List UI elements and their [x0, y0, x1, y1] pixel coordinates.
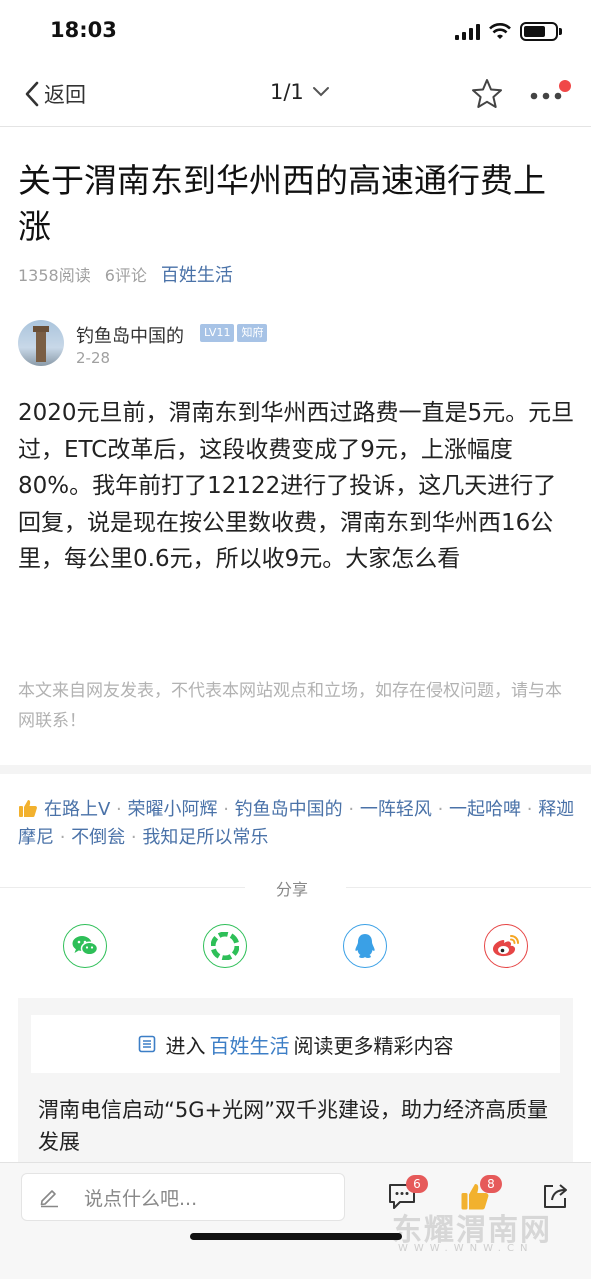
liker-name[interactable]: 不倒瓮: [71, 827, 125, 848]
comments-button[interactable]: 6: [386, 1175, 428, 1217]
liker-separator: ·: [110, 799, 128, 820]
related-section: 进入 百姓生活 阅读更多精彩内容 渭南电信启动“5G+光网”双千兆建设，助力经济…: [18, 998, 573, 1164]
share-out-icon: [544, 1184, 567, 1208]
liker-separator: ·: [125, 827, 143, 848]
status-bar: 18:03: [0, 0, 591, 62]
liker-name[interactable]: 一起哈啤: [449, 799, 521, 820]
liker-name[interactable]: 在路上V: [44, 799, 110, 820]
category-link[interactable]: 百姓生活: [161, 261, 233, 287]
article-title: 关于渭南东到华州西的高速通行费上涨: [18, 161, 546, 246]
liker-name[interactable]: 钓鱼岛中国的: [235, 799, 343, 820]
share-qq-button[interactable]: [343, 924, 387, 968]
author-name[interactable]: 钓鱼岛中国的: [76, 322, 184, 348]
wechat-icon: [72, 936, 99, 956]
favorite-star-icon[interactable]: [470, 77, 504, 111]
author-row[interactable]: 钓鱼岛中国的 LV11 知府 2-28: [18, 318, 538, 374]
likers-list: 在路上V · 荣曜小阿辉 · 钓鱼岛中国的 · 一阵轻风 · 一起哈啤 · 释迦…: [18, 796, 578, 852]
enter-channel-banner[interactable]: 进入 百姓生活 阅读更多精彩内容: [31, 1015, 560, 1073]
status-time: 18:03: [50, 18, 117, 42]
notification-dot: [559, 80, 571, 92]
liker-separator: ·: [342, 799, 360, 820]
comment-placeholder: 说点什么吧...: [84, 1187, 198, 1210]
like-button[interactable]: 8: [460, 1175, 502, 1217]
level-badge: LV11: [200, 324, 235, 342]
banner-channel-link[interactable]: 百姓生活: [210, 1030, 290, 1059]
battery-fill: [524, 26, 545, 37]
comment-count-badge: 6: [406, 1175, 428, 1193]
liker-name[interactable]: 我知足所以常乐: [142, 827, 268, 848]
author-badges: LV11 知府: [200, 324, 268, 342]
wifi-icon: [489, 23, 511, 39]
divider: [0, 887, 245, 888]
share-moments-button[interactable]: [203, 924, 247, 968]
disclaimer: 本文来自网友发表，不代表本网站观点和立场，如存在侵权问题，请与本网联系！: [18, 681, 562, 731]
banner-suffix: 阅读更多精彩内容: [293, 1033, 454, 1058]
liker-separator: ·: [54, 827, 72, 848]
list-icon: [138, 1035, 155, 1053]
chevron-down-icon: [312, 87, 329, 97]
liker-separator: ·: [521, 799, 539, 820]
share-label: 分享: [276, 880, 309, 899]
weibo-icon: [492, 935, 519, 957]
liker-name[interactable]: 一阵轻风: [360, 799, 432, 820]
nav-bar: 返回 1/1: [0, 62, 591, 127]
share-wechat-button[interactable]: [63, 924, 107, 968]
share-button[interactable]: [540, 1181, 576, 1217]
qq-icon: [355, 934, 375, 958]
article-body: 2020元旦前，渭南东到华州西过路费一直是5元。元旦过，ETC改革后，这段收费变…: [18, 400, 575, 572]
share-row: [0, 924, 591, 972]
avatar[interactable]: [18, 320, 64, 366]
banner-prefix: 进入: [165, 1033, 206, 1058]
chevron-left-icon: [25, 81, 39, 107]
moments-icon: [211, 932, 239, 960]
article-meta: 1358阅读 6评论 百姓生活: [18, 261, 233, 287]
divider: [346, 887, 591, 888]
like-count-badge: 8: [480, 1175, 502, 1193]
home-indicator: [190, 1233, 402, 1240]
back-button[interactable]: 返回: [24, 78, 86, 110]
share-weibo-button[interactable]: [484, 924, 528, 968]
comment-input[interactable]: 说点什么吧...: [21, 1173, 345, 1221]
battery-icon: [520, 22, 562, 41]
thumbs-up-icon: [19, 800, 37, 817]
liker-separator: ·: [217, 799, 235, 820]
page-selector[interactable]: 1/1: [270, 80, 330, 104]
bottom-bar: 说点什么吧... 东耀渭南网 WWW.WNW.CN 6 8: [0, 1162, 591, 1279]
read-count: 1358阅读: [18, 266, 91, 285]
post-date: 2-28: [76, 349, 111, 367]
rank-badge: 知府: [237, 324, 268, 342]
signal-icon: [455, 24, 481, 40]
pencil-icon: [40, 1190, 58, 1208]
page-indicator-label: 1/1: [270, 80, 304, 104]
section-divider: [0, 765, 591, 774]
comment-count: 6评论: [104, 266, 147, 285]
liker-separator: ·: [431, 799, 450, 820]
back-label: 返回: [44, 83, 86, 107]
liker-name[interactable]: 荣曜小阿辉: [128, 799, 218, 820]
watermark-url: WWW.WNW.CN: [398, 1243, 534, 1254]
share-header: 分享: [0, 876, 591, 900]
related-article-link[interactable]: 渭南电信启动“5G+光网”双千兆建设，助力经济高质量发展: [38, 1094, 558, 1158]
